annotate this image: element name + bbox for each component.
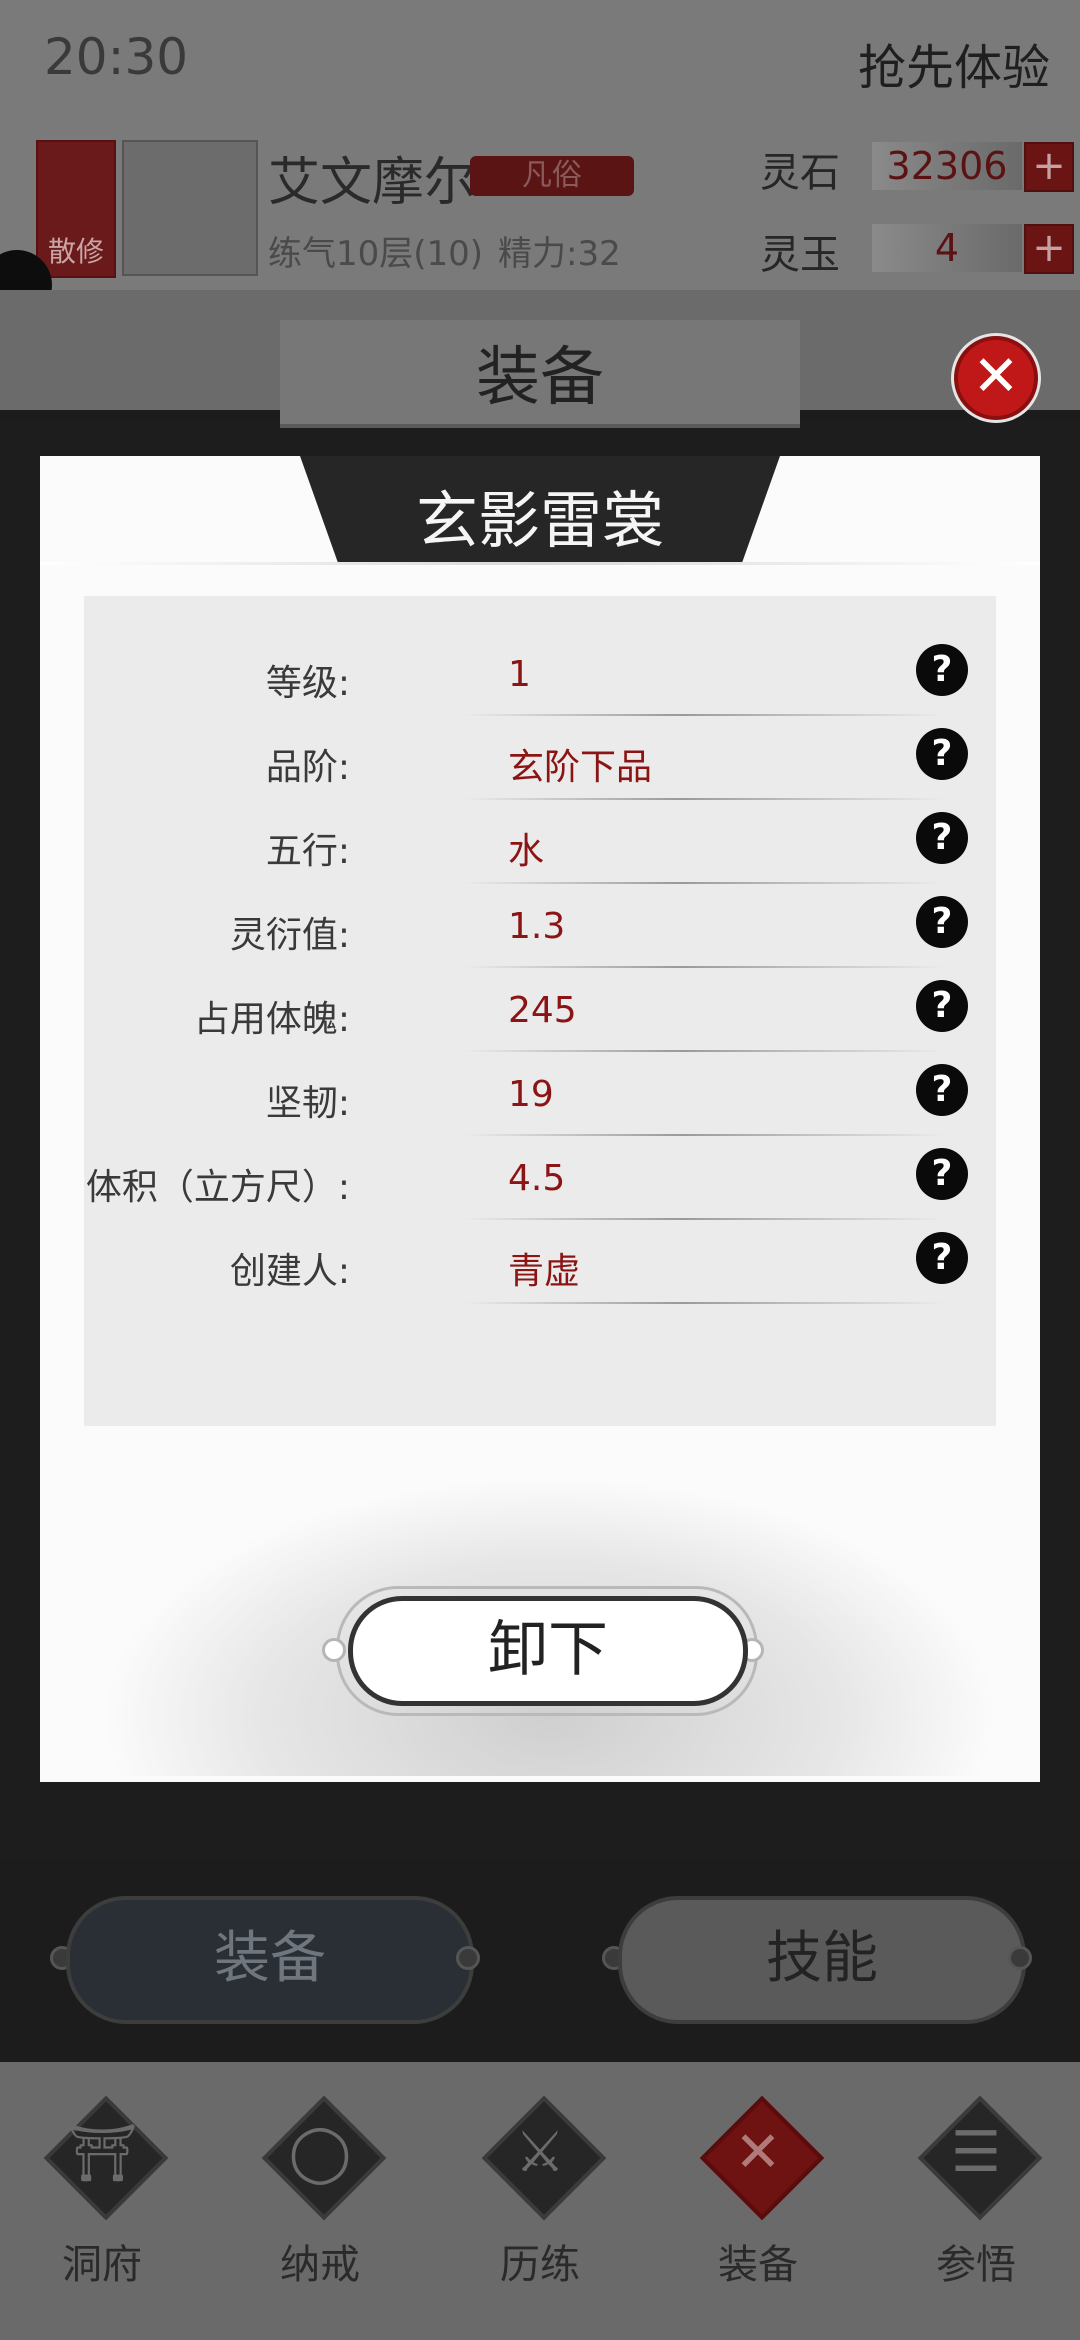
- stat-value: 水: [508, 831, 545, 872]
- screen-title: 装备: [476, 341, 604, 415]
- stat-value: 1.3: [508, 906, 566, 947]
- stat-label: 占用体魄:: [193, 999, 350, 1040]
- stat-value: 青虚: [508, 1251, 581, 1292]
- item-name: 玄影雷裳: [415, 484, 664, 557]
- help-icon[interactable]: ?: [916, 896, 968, 948]
- stat-value: 玄阶下品: [508, 747, 653, 788]
- stat-row-toughness: 坚韧: 19 ?: [84, 1056, 996, 1140]
- nav-item-training[interactable]: ⚔ 历练: [450, 2062, 630, 2340]
- stat-row-volume: 体积（立方尺）: 4.5 ?: [84, 1140, 996, 1224]
- help-icon[interactable]: ?: [916, 644, 968, 696]
- add-spirit-jade-button[interactable]: +: [1024, 224, 1074, 274]
- cave-icon: ⛩: [66, 2121, 138, 2186]
- spirit-jade-label: 灵玉: [760, 232, 840, 278]
- stat-label: 品阶:: [265, 747, 350, 788]
- spirit-stone-value: 32306: [872, 142, 1022, 190]
- stat-label: 坚韧:: [265, 1083, 350, 1124]
- nav-label: 洞府: [62, 2242, 142, 2288]
- bottom-nav: ⛩ 洞府 ◯ 纳戒 ⚔ 历练 ✕ 装备 ☰ 参悟: [0, 2062, 1080, 2340]
- help-icon[interactable]: ?: [916, 1064, 968, 1116]
- title-divider: [40, 562, 1040, 565]
- close-button[interactable]: ✕: [954, 336, 1038, 420]
- spirit-stone-label: 灵石: [760, 150, 840, 196]
- add-spirit-stone-button[interactable]: +: [1024, 142, 1074, 192]
- player-name: 艾文摩尔: [268, 153, 477, 213]
- stat-label: 体积（立方尺）:: [85, 1167, 350, 1208]
- avatar[interactable]: [122, 140, 258, 276]
- tab-dot: [456, 1946, 480, 1970]
- stat-row-grade: 品阶: 玄阶下品 ?: [84, 720, 996, 804]
- cultivation-realm: 练气10层(10): [268, 234, 484, 274]
- nav-item-comprehend[interactable]: ☰ 参悟: [886, 2062, 1066, 2340]
- stat-value: 4.5: [508, 1158, 566, 1199]
- stat-value: 1: [508, 654, 531, 695]
- nav-item-equipment[interactable]: ✕ 装备: [668, 2062, 848, 2340]
- nav-label: 纳戒: [280, 2242, 360, 2288]
- unequip-button[interactable]: 卸下: [348, 1596, 748, 1706]
- row-divider: [464, 882, 944, 884]
- stat-label: 等级:: [265, 663, 350, 704]
- stat-row-level: 等级: 1 ?: [84, 636, 996, 720]
- equip-icon: ✕: [734, 2120, 782, 2185]
- stat-row-element: 五行: 水 ?: [84, 804, 996, 888]
- tab-dot: [1008, 1946, 1032, 1970]
- stat-row-body-usage: 占用体魄: 245 ?: [84, 972, 996, 1056]
- tab-skills[interactable]: 技能: [618, 1896, 1026, 2024]
- stat-label: 灵衍值:: [229, 915, 350, 956]
- nav-label: 装备: [718, 2242, 798, 2288]
- frame-dot-left: [322, 1638, 346, 1662]
- nav-item-ring[interactable]: ◯ 纳戒: [230, 2062, 410, 2340]
- swords-icon: ⚔: [514, 2120, 566, 2185]
- nav-item-cave[interactable]: ⛩ 洞府: [12, 2062, 192, 2340]
- spirit-jade-value: 4: [872, 224, 1022, 272]
- early-access-label[interactable]: 抢先体验: [858, 28, 1050, 98]
- stat-label: 五行:: [265, 831, 350, 872]
- help-icon[interactable]: ?: [916, 812, 968, 864]
- ring-icon: ◯: [288, 2120, 352, 2185]
- stat-row-creator: 创建人: 青虚 ?: [84, 1224, 996, 1308]
- book-icon: ☰: [950, 2120, 1002, 2185]
- help-icon[interactable]: ?: [916, 1148, 968, 1200]
- tab-equipment[interactable]: 装备: [66, 1896, 474, 2024]
- nav-label: 参悟: [936, 2242, 1016, 2288]
- status-time: 20:30: [44, 28, 189, 86]
- stat-label: 创建人:: [229, 1251, 350, 1292]
- stat-value: 19: [508, 1074, 554, 1115]
- sect-badge[interactable]: 散修: [36, 140, 116, 278]
- item-stats-panel: 等级: 1 ? 品阶: 玄阶下品 ? 五行: 水 ? 灵衍值: 1.3 ? 占用…: [84, 596, 996, 1426]
- row-divider: [464, 966, 944, 968]
- row-divider: [464, 1134, 944, 1136]
- help-icon[interactable]: ?: [916, 728, 968, 780]
- energy-value: 精力:32: [498, 234, 621, 274]
- sect-badge-label: 散修: [47, 235, 104, 268]
- item-detail-modal: 玄影雷裳 等级: 1 ? 品阶: 玄阶下品 ? 五行: 水 ? 灵衍值: 1.3…: [40, 456, 1040, 1782]
- help-icon[interactable]: ?: [916, 980, 968, 1032]
- row-divider: [464, 1302, 944, 1304]
- row-divider: [464, 714, 944, 716]
- row-divider: [464, 798, 944, 800]
- stat-row-spirit-value: 灵衍值: 1.3 ?: [84, 888, 996, 972]
- row-divider: [464, 1050, 944, 1052]
- rank-badge: 凡俗: [470, 156, 634, 196]
- stat-value: 245: [508, 990, 577, 1031]
- row-divider: [464, 1218, 944, 1220]
- help-icon[interactable]: ?: [916, 1232, 968, 1284]
- nav-label: 历练: [500, 2242, 580, 2288]
